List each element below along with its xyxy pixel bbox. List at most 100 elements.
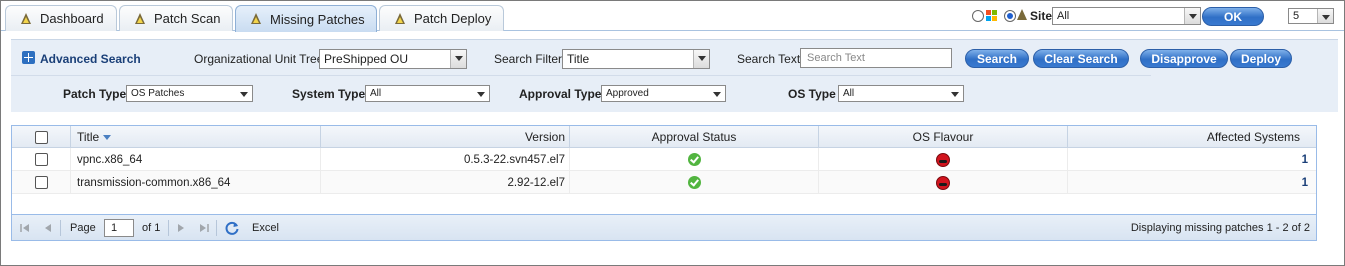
os-type-select[interactable]: All [838, 85, 964, 102]
prev-page-icon[interactable] [45, 224, 51, 232]
patch-icon [250, 12, 262, 26]
chevron-down-icon [473, 86, 489, 101]
row-checkbox[interactable] [34, 176, 48, 189]
row-version: 2.92-12.el7 [321, 171, 570, 194]
chevron-down-icon [947, 86, 963, 101]
row-title: transmission-common.x86_64 [71, 171, 321, 194]
table-row[interactable]: transmission-common.x86_64 2.92-12.el7 1 [12, 171, 1316, 194]
row-version: 0.5.3-22.svn457.el7 [321, 148, 570, 171]
site-label: Site [1030, 9, 1053, 23]
count-select[interactable]: 5 [1288, 8, 1334, 24]
tab-label: Patch Scan [154, 11, 221, 26]
column-title-label: Title [77, 130, 100, 144]
tab-bar: Dashboard Patch Scan Missing Patches Pat… [1, 1, 1344, 32]
patch-type-value: OS Patches [131, 88, 185, 99]
column-version-label: Version [524, 130, 565, 144]
missing-patches-grid: Title Version Approval Status OS Flavour… [11, 125, 1317, 241]
page-number-input[interactable]: 1 [104, 219, 134, 237]
row-select-cell [12, 171, 71, 194]
sort-desc-icon [103, 134, 112, 140]
chevron-down-icon [450, 50, 466, 68]
os-type-label: OS Type [788, 87, 836, 101]
column-approval-label: Approval Status [651, 130, 737, 144]
search-filter-select[interactable]: Title [562, 49, 710, 69]
ok-button[interactable]: OK [1202, 7, 1264, 26]
divider [168, 220, 169, 236]
last-page-bar [207, 224, 209, 232]
row-os-flavour [819, 148, 1068, 171]
divider [60, 220, 61, 236]
search-text-input[interactable]: Search Text [800, 48, 952, 68]
first-page-arrow [23, 224, 29, 232]
chevron-down-icon [1184, 8, 1200, 24]
paging-toolbar: Page 1 of 1 Excel Displaying missing pat… [12, 214, 1316, 240]
approval-type-select[interactable]: Approved [601, 85, 726, 102]
column-approval-status[interactable]: Approval Status [570, 126, 819, 148]
os-filter-radio[interactable] [972, 10, 984, 22]
select-all-cell [12, 126, 71, 148]
ou-label: Organizational Unit Tree [194, 52, 324, 66]
search-text-label: Search Text [737, 52, 801, 66]
windows-icon [986, 10, 998, 22]
approved-check-icon [687, 153, 701, 166]
column-title[interactable]: Title [71, 126, 321, 148]
row-affected-link[interactable]: 1 [1068, 171, 1316, 194]
chevron-down-icon [236, 86, 252, 101]
refresh-icon[interactable] [224, 220, 240, 236]
os-type-value: All [843, 88, 855, 99]
search-filter-value: Title [567, 52, 590, 66]
divider [216, 220, 217, 236]
tab-label: Missing Patches [270, 11, 365, 27]
ou-select[interactable]: PreShipped OU [319, 49, 467, 69]
patch-icon [134, 12, 146, 26]
column-affected-label: Affected Systems [1206, 130, 1300, 144]
advanced-search-link[interactable]: Advanced Search [40, 52, 141, 66]
system-type-label: System Type [292, 87, 366, 101]
column-version[interactable]: Version [321, 126, 570, 148]
redhat-icon [936, 175, 950, 190]
page-count-label: of 1 [142, 222, 161, 234]
page-label: Page [70, 222, 96, 234]
redhat-icon [936, 152, 950, 167]
last-page-icon[interactable] [200, 224, 206, 232]
system-type-value: All [370, 88, 382, 99]
tab-patch-deploy[interactable]: Patch Deploy [379, 5, 504, 31]
site-select[interactable]: All [1052, 7, 1201, 25]
row-checkbox[interactable] [34, 153, 48, 166]
divider [11, 75, 1151, 76]
search-filter-label: Search Filter [494, 52, 563, 66]
approved-check-icon [687, 176, 701, 189]
deploy-button[interactable]: Deploy [1230, 49, 1292, 68]
disapprove-button[interactable]: Disapprove [1140, 49, 1228, 68]
system-type-select[interactable]: All [365, 85, 490, 102]
row-approval [570, 148, 819, 171]
patch-icon [20, 12, 32, 26]
next-page-icon[interactable] [178, 224, 184, 232]
chevron-down-icon [693, 50, 709, 68]
tab-patch-scan[interactable]: Patch Scan [119, 5, 233, 31]
tab-label: Patch Deploy [414, 11, 492, 26]
grid-header: Title Version Approval Status OS Flavour… [12, 126, 1316, 148]
table-row[interactable]: vpnc.x86_64 0.5.3-22.svn457.el7 1 [12, 148, 1316, 171]
display-info: Displaying missing patches 1 - 2 of 2 [1130, 222, 1310, 234]
select-all-checkbox[interactable] [34, 130, 48, 144]
approval-type-label: Approval Type [519, 87, 602, 101]
row-os-flavour [819, 171, 1068, 194]
expand-plus-icon[interactable] [22, 51, 35, 64]
patch-icon [394, 12, 406, 26]
search-button[interactable]: Search [965, 49, 1029, 68]
column-os-label: OS Flavour [912, 130, 974, 144]
excel-export-button[interactable]: Excel [252, 222, 279, 234]
site-select-value: All [1057, 10, 1070, 22]
column-affected-systems[interactable]: Affected Systems [1068, 126, 1316, 148]
clear-search-button[interactable]: Clear Search [1033, 49, 1129, 68]
tab-dashboard[interactable]: Dashboard [5, 5, 117, 31]
chevron-down-icon [709, 86, 725, 101]
row-affected-link[interactable]: 1 [1068, 148, 1316, 171]
site-radio[interactable] [1004, 10, 1016, 22]
patch-type-select[interactable]: OS Patches [126, 85, 253, 102]
first-page-icon[interactable] [20, 224, 22, 232]
filter-panel: Advanced Search Organizational Unit Tree… [11, 39, 1338, 112]
column-os-flavour[interactable]: OS Flavour [819, 126, 1068, 148]
tab-missing-patches[interactable]: Missing Patches [235, 5, 377, 32]
